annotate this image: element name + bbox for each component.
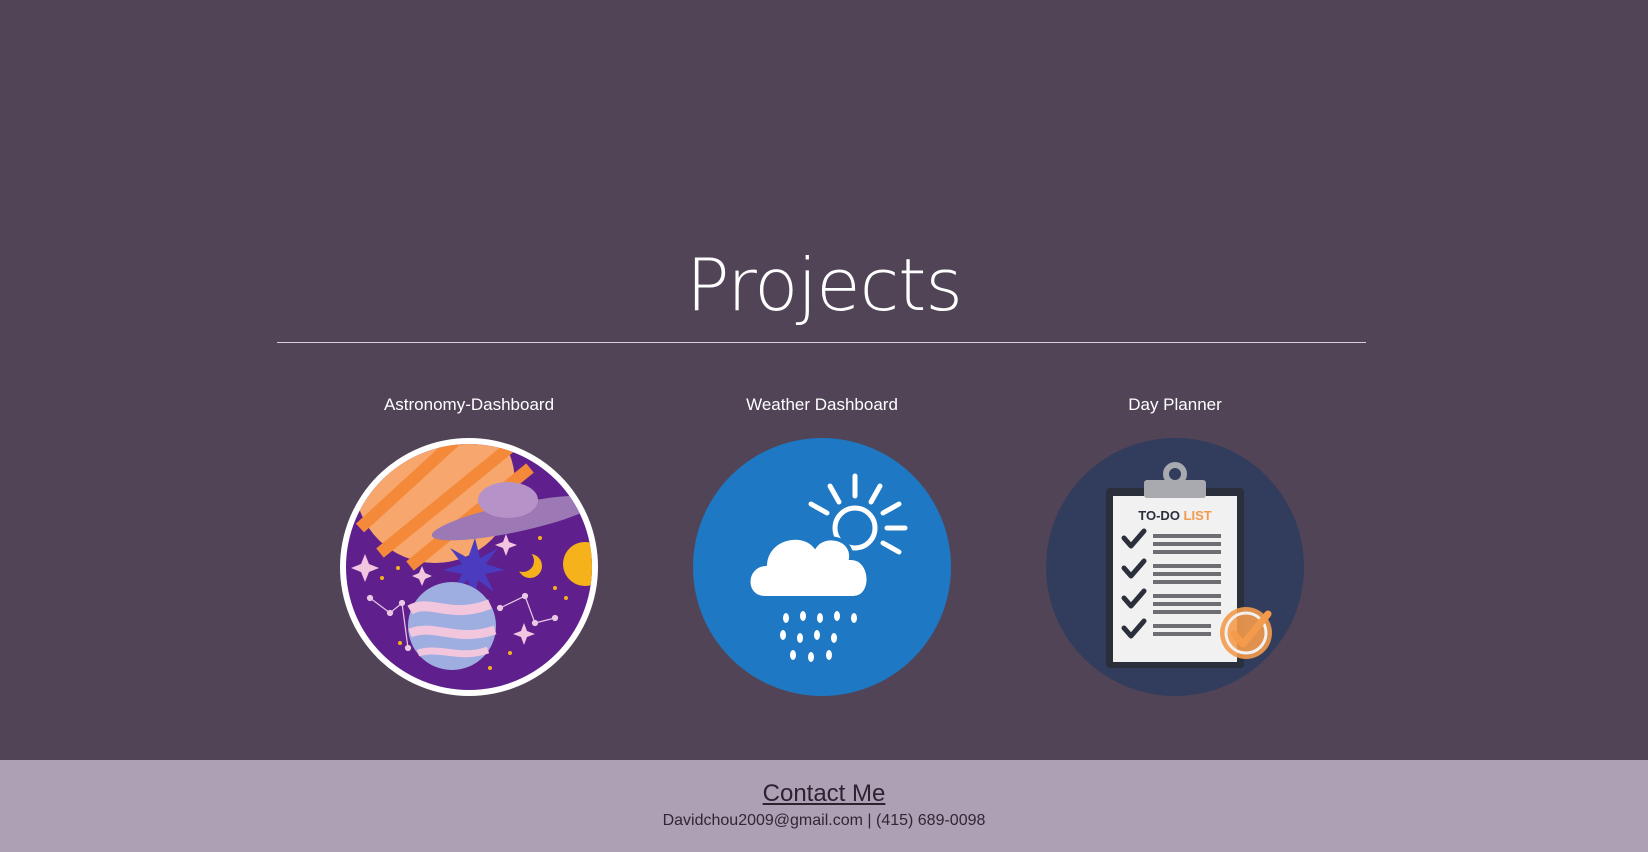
footer: Contact Me Davidchou2009@gmail.com | (41… (0, 760, 1648, 852)
cloud-sun-rain-icon[interactable] (693, 438, 951, 696)
page-title: Projects (686, 243, 963, 327)
contact-phone[interactable]: (415) 689-0098 (876, 812, 985, 829)
contact-info: Davidchou2009@gmail.com | (415) 689-0098 (0, 812, 1648, 830)
astronomy-illustration-icon[interactable] (340, 438, 598, 696)
title-divider (277, 342, 1366, 343)
main-section: Projects Astronomy-Dashboard Weather Das… (0, 0, 1648, 760)
project-title-day-planner[interactable]: Day Planner (1025, 390, 1325, 420)
project-title-astronomy[interactable]: Astronomy-Dashboard (319, 390, 619, 420)
contact-me-link[interactable]: Contact Me (763, 780, 886, 808)
projects-grid: Astronomy-Dashboard Weather Dashboard Da… (0, 390, 1648, 700)
contact-separator: | (862, 812, 876, 829)
svg-text:TO-DO LIST: TO-DO LIST (1138, 508, 1211, 523)
project-card-weather[interactable]: Weather Dashboard (672, 390, 972, 696)
project-title-weather[interactable]: Weather Dashboard (672, 390, 972, 420)
todo-clipboard-icon[interactable]: TO-DO LIST (1046, 438, 1304, 696)
project-card-astronomy[interactable]: Astronomy-Dashboard (319, 390, 619, 696)
contact-email[interactable]: Davidchou2009@gmail.com (663, 812, 863, 829)
project-card-day-planner[interactable]: Day Planner TO-DO LIST (1025, 390, 1325, 696)
